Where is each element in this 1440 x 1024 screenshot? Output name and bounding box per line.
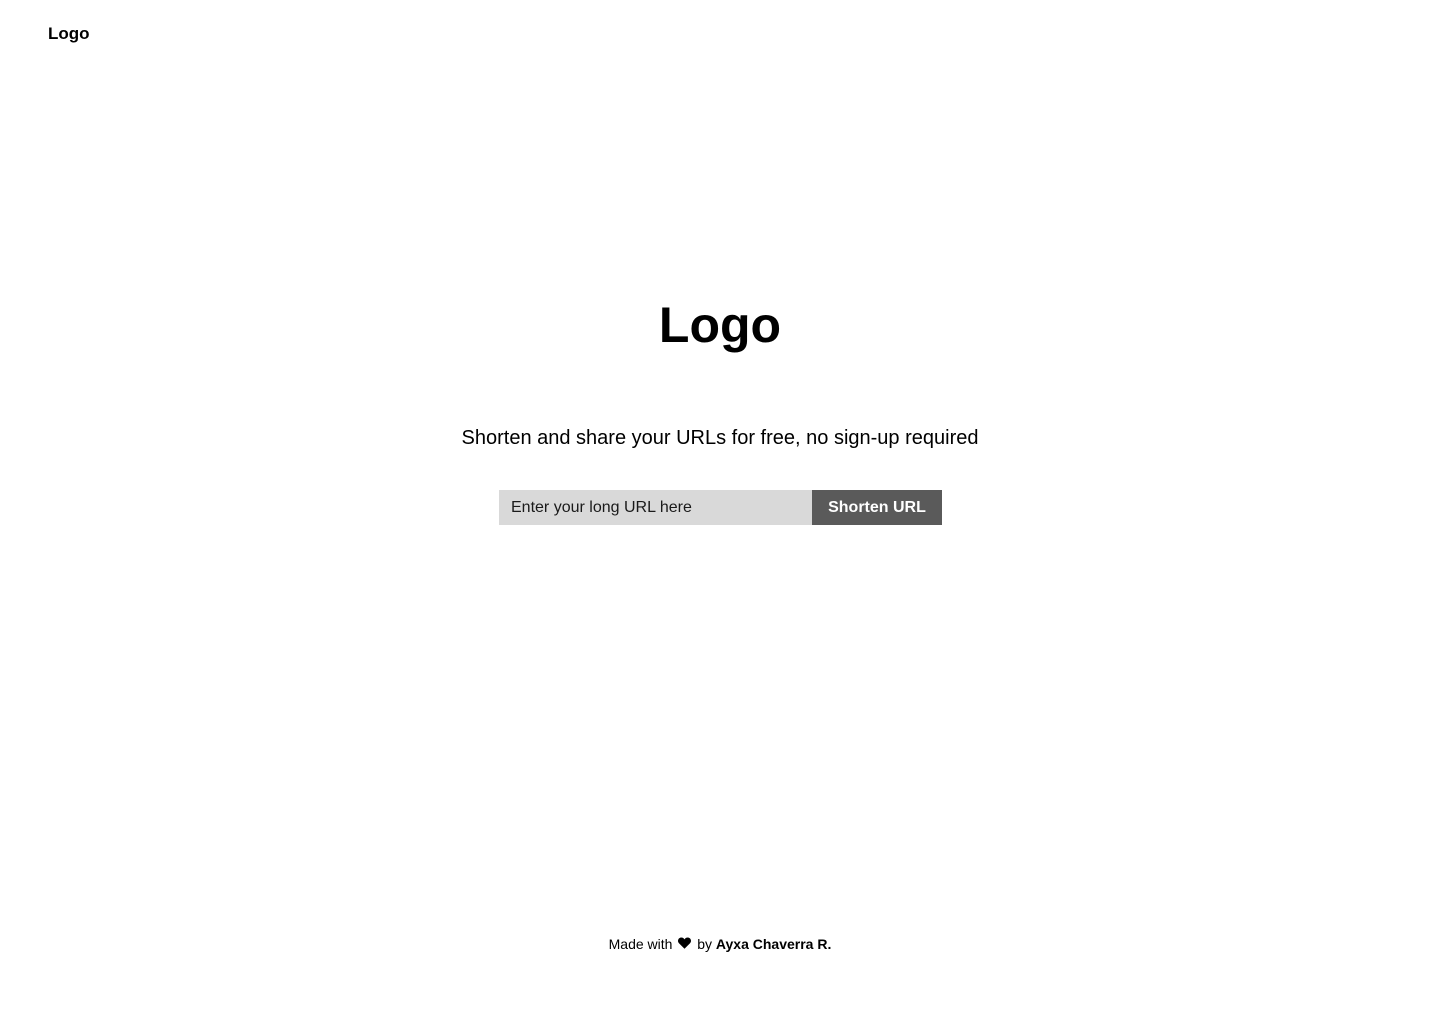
footer-by: by bbox=[697, 936, 713, 952]
footer-prefix: Made with bbox=[608, 936, 673, 952]
tagline: Shorten and share your URLs for free, no… bbox=[461, 427, 979, 449]
hero-logo: Logo bbox=[658, 297, 782, 353]
footer-author-link[interactable]: Ayxa Chaverra R. bbox=[716, 936, 831, 952]
footer: Made with by Ayxa Chaverra R. bbox=[0, 934, 1440, 954]
shorten-url-button[interactable]: Shorten URL bbox=[812, 490, 942, 525]
long-url-input[interactable] bbox=[499, 490, 812, 525]
heart-icon bbox=[678, 934, 692, 954]
header-logo[interactable]: Logo bbox=[48, 24, 90, 44]
page: Logo Logo Shorten and share your URLs fo… bbox=[0, 0, 1440, 1024]
shorten-url-form: Shorten URL bbox=[499, 490, 942, 525]
